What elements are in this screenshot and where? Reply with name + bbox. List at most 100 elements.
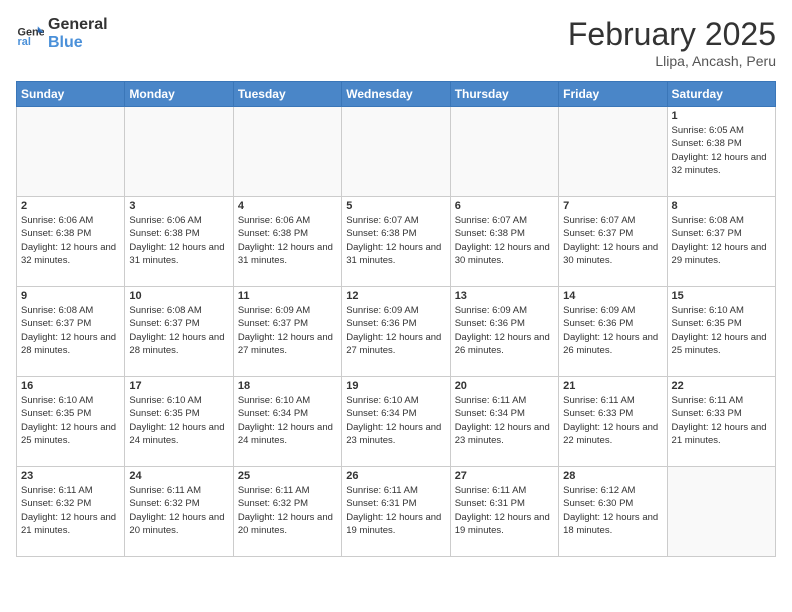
day-number: 8 xyxy=(672,200,771,212)
day-number: 15 xyxy=(672,290,771,302)
day-number: 22 xyxy=(672,380,771,392)
day-number: 10 xyxy=(129,290,228,302)
calendar-cell: 27 Sunrise: 6:11 AM Sunset: 6:31 PM Dayli… xyxy=(450,467,558,557)
day-info: Sunrise: 6:06 AM Sunset: 6:38 PM Dayligh… xyxy=(21,214,120,267)
calendar-cell: 18 Sunrise: 6:10 AM Sunset: 6:34 PM Dayli… xyxy=(233,377,341,467)
calendar-body: 1Sunrise: 6:05 AM Sunset: 6:38 PM Daylig… xyxy=(17,107,776,557)
day-info: Sunrise: 6:09 AM Sunset: 6:36 PM Dayligh… xyxy=(346,304,445,357)
logo: Gene ral General Blue xyxy=(16,16,108,51)
day-number: 2 xyxy=(21,200,120,212)
day-info: Sunrise: 6:11 AM Sunset: 6:32 PM Dayligh… xyxy=(238,484,337,537)
day-info: Sunrise: 6:11 AM Sunset: 6:31 PM Dayligh… xyxy=(346,484,445,537)
day-info: Sunrise: 6:10 AM Sunset: 6:35 PM Dayligh… xyxy=(672,304,771,357)
week-row-2: 9Sunrise: 6:08 AM Sunset: 6:37 PM Daylig… xyxy=(17,287,776,377)
calendar-cell: 21 Sunrise: 6:11 AM Sunset: 6:33 PM Dayli… xyxy=(559,377,667,467)
day-number: 25 xyxy=(238,470,337,482)
day-header-sunday: Sunday xyxy=(17,82,125,107)
day-info: Sunrise: 6:06 AM Sunset: 6:38 PM Dayligh… xyxy=(238,214,337,267)
day-info: Sunrise: 6:08 AM Sunset: 6:37 PM Dayligh… xyxy=(129,304,228,357)
day-info: Sunrise: 6:10 AM Sunset: 6:35 PM Dayligh… xyxy=(129,394,228,447)
day-info: Sunrise: 6:06 AM Sunset: 6:38 PM Dayligh… xyxy=(129,214,228,267)
day-info: Sunrise: 6:08 AM Sunset: 6:37 PM Dayligh… xyxy=(21,304,120,357)
calendar-cell: 6 Sunrise: 6:07 AM Sunset: 6:38 PM Daylig… xyxy=(450,197,558,287)
day-header-friday: Friday xyxy=(559,82,667,107)
day-info: Sunrise: 6:08 AM Sunset: 6:37 PM Dayligh… xyxy=(672,214,771,267)
calendar-cell: 23 Sunrise: 6:11 AM Sunset: 6:32 PM Dayli… xyxy=(17,467,125,557)
day-number: 18 xyxy=(238,380,337,392)
day-number: 21 xyxy=(563,380,662,392)
day-header-monday: Monday xyxy=(125,82,233,107)
day-header-saturday: Saturday xyxy=(667,82,775,107)
day-info: Sunrise: 6:11 AM Sunset: 6:33 PM Dayligh… xyxy=(672,394,771,447)
day-number: 19 xyxy=(346,380,445,392)
day-info: Sunrise: 6:07 AM Sunset: 6:38 PM Dayligh… xyxy=(455,214,554,267)
day-info: Sunrise: 6:11 AM Sunset: 6:34 PM Dayligh… xyxy=(455,394,554,447)
day-header-wednesday: Wednesday xyxy=(342,82,450,107)
calendar-cell: 17 Sunrise: 6:10 AM Sunset: 6:35 PM Dayli… xyxy=(125,377,233,467)
day-number: 14 xyxy=(563,290,662,302)
calendar-cell: 12Sunrise: 6:09 AM Sunset: 6:36 PM Dayli… xyxy=(342,287,450,377)
calendar-cell: 25 Sunrise: 6:11 AM Sunset: 6:32 PM Dayli… xyxy=(233,467,341,557)
day-info: Sunrise: 6:09 AM Sunset: 6:37 PM Dayligh… xyxy=(238,304,337,357)
day-info: Sunrise: 6:12 AM Sunset: 6:30 PM Dayligh… xyxy=(563,484,662,537)
day-info: Sunrise: 6:11 AM Sunset: 6:33 PM Dayligh… xyxy=(563,394,662,447)
logo-icon: Gene ral xyxy=(16,20,44,48)
day-info: Sunrise: 6:07 AM Sunset: 6:37 PM Dayligh… xyxy=(563,214,662,267)
day-number: 13 xyxy=(455,290,554,302)
calendar-cell: 16Sunrise: 6:10 AM Sunset: 6:35 PM Dayli… xyxy=(17,377,125,467)
day-number: 4 xyxy=(238,200,337,212)
day-info: Sunrise: 6:05 AM Sunset: 6:38 PM Dayligh… xyxy=(672,124,771,177)
header: Gene ral General Blue February 2025 Llip… xyxy=(16,16,776,69)
day-info: Sunrise: 6:10 AM Sunset: 6:34 PM Dayligh… xyxy=(238,394,337,447)
calendar-cell xyxy=(342,107,450,197)
day-info: Sunrise: 6:10 AM Sunset: 6:34 PM Dayligh… xyxy=(346,394,445,447)
month-title: February 2025 xyxy=(568,16,776,53)
calendar-cell: 7 Sunrise: 6:07 AM Sunset: 6:37 PM Daylig… xyxy=(559,197,667,287)
day-number: 7 xyxy=(563,200,662,212)
location-subtitle: Llipa, Ancash, Peru xyxy=(568,53,776,69)
day-info: Sunrise: 6:11 AM Sunset: 6:32 PM Dayligh… xyxy=(21,484,120,537)
calendar-cell xyxy=(125,107,233,197)
day-number: 26 xyxy=(346,470,445,482)
calendar-cell: 15 Sunrise: 6:10 AM Sunset: 6:35 PM Dayli… xyxy=(667,287,775,377)
calendar-cell: 11 Sunrise: 6:09 AM Sunset: 6:37 PM Dayli… xyxy=(233,287,341,377)
calendar-cell: 22 Sunrise: 6:11 AM Sunset: 6:33 PM Dayli… xyxy=(667,377,775,467)
calendar-cell xyxy=(450,107,558,197)
calendar-cell: 19 Sunrise: 6:10 AM Sunset: 6:34 PM Dayli… xyxy=(342,377,450,467)
calendar-cell: 5Sunrise: 6:07 AM Sunset: 6:38 PM Daylig… xyxy=(342,197,450,287)
day-number: 27 xyxy=(455,470,554,482)
day-info: Sunrise: 6:07 AM Sunset: 6:38 PM Dayligh… xyxy=(346,214,445,267)
calendar-header-row: SundayMondayTuesdayWednesdayThursdayFrid… xyxy=(17,82,776,107)
day-header-thursday: Thursday xyxy=(450,82,558,107)
week-row-1: 2 Sunrise: 6:06 AM Sunset: 6:38 PM Daylig… xyxy=(17,197,776,287)
day-info: Sunrise: 6:11 AM Sunset: 6:31 PM Dayligh… xyxy=(455,484,554,537)
calendar-cell: 26 Sunrise: 6:11 AM Sunset: 6:31 PM Dayli… xyxy=(342,467,450,557)
title-area: February 2025 Llipa, Ancash, Peru xyxy=(568,16,776,69)
day-info: Sunrise: 6:09 AM Sunset: 6:36 PM Dayligh… xyxy=(455,304,554,357)
calendar-cell: 9Sunrise: 6:08 AM Sunset: 6:37 PM Daylig… xyxy=(17,287,125,377)
calendar-cell: 14 Sunrise: 6:09 AM Sunset: 6:36 PM Dayli… xyxy=(559,287,667,377)
calendar-cell xyxy=(233,107,341,197)
calendar-table: SundayMondayTuesdayWednesdayThursdayFrid… xyxy=(16,81,776,557)
day-number: 23 xyxy=(21,470,120,482)
calendar-cell: 20 Sunrise: 6:11 AM Sunset: 6:34 PM Dayli… xyxy=(450,377,558,467)
day-number: 6 xyxy=(455,200,554,212)
calendar-cell: 13 Sunrise: 6:09 AM Sunset: 6:36 PM Dayli… xyxy=(450,287,558,377)
day-info: Sunrise: 6:11 AM Sunset: 6:32 PM Dayligh… xyxy=(129,484,228,537)
calendar-cell xyxy=(667,467,775,557)
calendar-cell: 24 Sunrise: 6:11 AM Sunset: 6:32 PM Dayli… xyxy=(125,467,233,557)
calendar-cell: 8 Sunrise: 6:08 AM Sunset: 6:37 PM Daylig… xyxy=(667,197,775,287)
calendar-cell: 1Sunrise: 6:05 AM Sunset: 6:38 PM Daylig… xyxy=(667,107,775,197)
calendar-cell xyxy=(17,107,125,197)
day-number: 11 xyxy=(238,290,337,302)
day-info: Sunrise: 6:10 AM Sunset: 6:35 PM Dayligh… xyxy=(21,394,120,447)
day-number: 24 xyxy=(129,470,228,482)
logo-line1: General xyxy=(48,16,108,34)
week-row-4: 23 Sunrise: 6:11 AM Sunset: 6:32 PM Dayli… xyxy=(17,467,776,557)
day-header-tuesday: Tuesday xyxy=(233,82,341,107)
calendar-cell: 3Sunrise: 6:06 AM Sunset: 6:38 PM Daylig… xyxy=(125,197,233,287)
day-info: Sunrise: 6:09 AM Sunset: 6:36 PM Dayligh… xyxy=(563,304,662,357)
logo-line2: Blue xyxy=(48,34,108,52)
day-number: 20 xyxy=(455,380,554,392)
day-number: 17 xyxy=(129,380,228,392)
